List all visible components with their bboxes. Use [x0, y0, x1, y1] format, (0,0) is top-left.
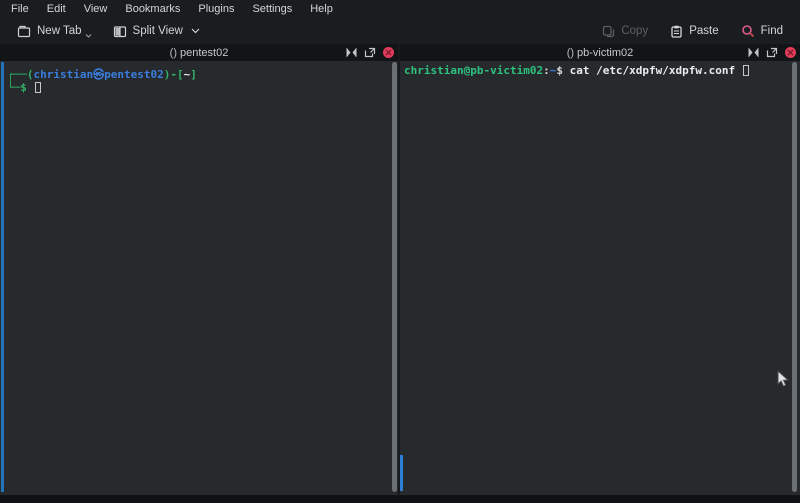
new-tab-button[interactable]: New Tab: [10, 22, 102, 41]
right-pane-scrollbar[interactable]: [792, 62, 797, 492]
pane-pentest02-title: ()pentest02: [0, 47, 398, 59]
menu-help[interactable]: Help: [301, 0, 342, 18]
copy-button[interactable]: Copy: [595, 22, 655, 41]
maximize-split-icon[interactable]: [346, 47, 357, 58]
terminal-pb-victim02[interactable]: christian@pb-victim02:~$ cat /etc/xdpfw/…: [400, 61, 800, 495]
bash-prompt: christian@pb-victim02:~$ cat /etc/xdpfw/…: [404, 64, 749, 77]
detach-split-icon[interactable]: [364, 47, 376, 58]
menu-bookmarks[interactable]: Bookmarks: [116, 0, 189, 18]
find-button[interactable]: Find: [734, 21, 790, 41]
left-pane-scrollbar[interactable]: [392, 62, 397, 492]
maximize-split-icon[interactable]: [748, 47, 759, 58]
copy-icon: [602, 25, 615, 38]
copy-label: Copy: [621, 25, 648, 37]
split-view-label: Split View: [133, 25, 183, 37]
find-label: Find: [761, 25, 783, 37]
menu-settings[interactable]: Settings: [243, 0, 301, 18]
toolbar: New Tab Split View: [0, 18, 800, 44]
split-container: ()pentest02: [0, 44, 800, 495]
pane-pentest02: ()pentest02: [0, 44, 398, 495]
mouse-cursor-icon: [777, 370, 790, 393]
new-tab-label: New Tab: [37, 25, 82, 37]
find-magnifier-icon: [741, 24, 755, 38]
close-split-button[interactable]: [785, 47, 796, 58]
scroll-highlight-bar: [1, 62, 4, 492]
terminal-cursor: [35, 82, 41, 93]
split-view-icon: [113, 25, 127, 38]
paste-label: Paste: [689, 25, 718, 37]
konsole-window: File Edit View Bookmarks Plugins Setting…: [0, 0, 800, 503]
menu-bar: File Edit View Bookmarks Plugins Setting…: [0, 0, 800, 18]
pane-pb-victim02: ()pb-victim02: [400, 44, 800, 495]
typed-command: cat /etc/xdpfw/xdpfw.conf: [570, 64, 742, 77]
pane-pb-victim02-title: ()pb-victim02: [400, 47, 800, 59]
kali-prompt: ┌──(christian㉿pentest02)-[~]└─$: [7, 68, 197, 94]
pane-pb-victim02-header[interactable]: ()pb-victim02: [400, 44, 800, 61]
menu-edit[interactable]: Edit: [38, 0, 75, 18]
split-view-chevron-down-icon: [191, 28, 200, 34]
terminal-pentest02[interactable]: ┌──(christian㉿pentest02)-[~]└─$: [0, 61, 398, 495]
paste-icon: [670, 25, 683, 38]
new-tab-caret-icon: [85, 34, 92, 38]
window-bottom-edge: [0, 495, 800, 503]
split-view-button[interactable]: Split View: [106, 22, 207, 41]
detach-split-icon[interactable]: [766, 47, 778, 58]
paste-button[interactable]: Paste: [663, 22, 725, 41]
menu-file[interactable]: File: [2, 0, 38, 18]
terminal-tab-icon: (): [567, 47, 574, 59]
menu-view[interactable]: View: [75, 0, 117, 18]
menu-plugins[interactable]: Plugins: [189, 0, 243, 18]
terminal-cursor: [743, 65, 749, 76]
new-tab-icon: [17, 25, 31, 38]
terminal-tab-icon: (): [170, 47, 177, 59]
scroll-highlight-bar: [400, 455, 403, 491]
close-split-button[interactable]: [383, 47, 394, 58]
pane-pentest02-header[interactable]: ()pentest02: [0, 44, 398, 61]
